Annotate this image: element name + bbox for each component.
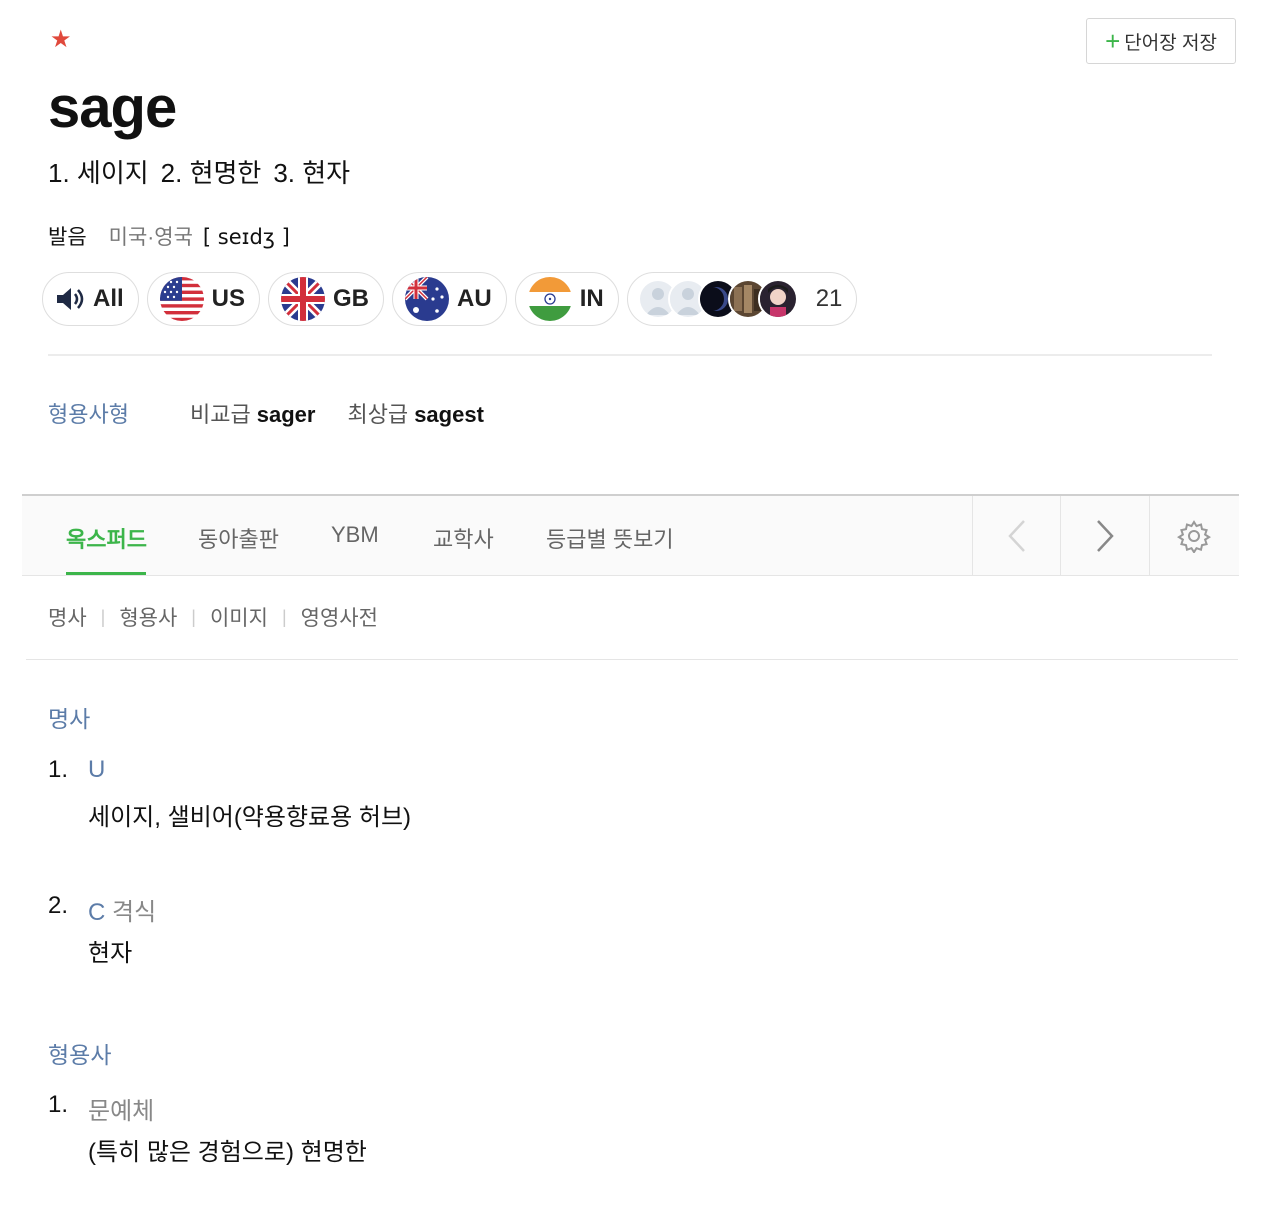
speaker-icon	[57, 288, 84, 310]
divider	[48, 354, 1212, 356]
pronunciation-ipa: [ seɪdʒ ]	[202, 225, 290, 249]
chevron-right-icon	[1097, 520, 1114, 552]
tab-donga[interactable]: 동아출판	[198, 522, 279, 554]
grammar-code: C	[88, 899, 106, 926]
subnav-adjective[interactable]: 형용사	[119, 602, 177, 632]
user-avatars	[637, 279, 798, 319]
play-us-label: US	[211, 285, 246, 312]
headword: sage	[48, 75, 177, 140]
active-tab-indicator	[66, 572, 146, 575]
meaning-summary: 1. 세이지 2. 현명한 3. 현자	[48, 156, 350, 190]
play-all-button[interactable]: All	[42, 272, 139, 326]
play-gb-label: GB	[333, 285, 370, 312]
gb-flag-icon	[281, 277, 326, 321]
us-flag-icon	[159, 277, 204, 321]
register-label: 문예체	[88, 1098, 155, 1125]
recordings-count: 21	[815, 285, 843, 312]
in-flag-icon	[527, 277, 572, 321]
sense-grammar: U	[88, 756, 105, 784]
subnav-images[interactable]: 이미지	[210, 602, 268, 632]
sense-meaning: 세이지, 샐비어(약용향료용 허브)	[88, 804, 412, 831]
play-au-label: AU	[457, 285, 492, 312]
gear-icon	[1177, 520, 1211, 553]
subnav-noun[interactable]: 명사	[48, 602, 87, 632]
sense-meaning: (특히 많은 경험으로) 현명한	[88, 1139, 367, 1166]
sense-number: 1.	[48, 1091, 69, 1118]
sense-grammar: 문예체	[88, 1091, 154, 1126]
forms-label: 형용사형	[48, 402, 129, 427]
divider	[26, 659, 1238, 660]
superlative-label: 최상급	[347, 402, 409, 427]
summary-item: 1. 세이지	[48, 158, 149, 188]
sense-grammar: C 격식	[88, 892, 156, 927]
grammar-code: U	[88, 756, 106, 783]
sense-meaning: 현자	[88, 940, 133, 967]
register-label: 격식	[112, 899, 157, 926]
adjective-forms: 형용사형 비교급 sager 최상급 sagest	[48, 400, 516, 430]
play-in-button[interactable]: IN	[514, 272, 619, 326]
subnav-english-dictionary[interactable]: 영영사전	[301, 602, 378, 632]
au-flag-icon	[405, 277, 450, 321]
star-icon[interactable]: ★	[50, 28, 72, 52]
audio-buttons: All US GB AU IN 21	[42, 272, 858, 326]
separator: |	[100, 606, 106, 627]
tab-oxford[interactable]: 옥스퍼드	[66, 522, 147, 554]
user-avatar	[757, 279, 798, 319]
save-to-wordbook-button[interactable]: + 단어장 저장	[1086, 18, 1236, 64]
play-au-button[interactable]: AU	[392, 272, 507, 326]
play-in-label: IN	[579, 285, 604, 312]
user-recordings-button[interactable]: 21	[626, 272, 858, 326]
prev-tab-button[interactable]	[972, 496, 1061, 576]
tab-ybm[interactable]: YBM	[331, 522, 379, 548]
play-gb-button[interactable]: GB	[268, 272, 385, 326]
comparative-link[interactable]: sager	[257, 400, 316, 430]
comparative-label: 비교급	[190, 402, 251, 427]
section-subnav: 명사 | 형용사 | 이미지 | 영영사전	[48, 602, 378, 632]
play-all-label: All	[93, 285, 124, 312]
pos-heading-adjective: 형용사	[48, 1042, 112, 1068]
summary-item: 3. 현자	[273, 158, 351, 188]
tab-level-meaning[interactable]: 등급별 뜻보기	[546, 522, 674, 554]
settings-button[interactable]	[1149, 496, 1238, 576]
chevron-left-icon	[1008, 520, 1025, 552]
pronunciation-region: 미국·영국	[108, 226, 193, 249]
tab-kyohaksa[interactable]: 교학사	[433, 522, 494, 554]
pronunciation-label: 발음	[48, 226, 87, 249]
superlative-link[interactable]: sagest	[414, 400, 484, 430]
dictionary-tabbar: 옥스퍼드 동아출판 YBM 교학사 등급별 뜻보기	[22, 494, 1239, 576]
pronunciation-row: 발음 미국·영국 [ seɪdʒ ]	[48, 222, 290, 253]
next-tab-button[interactable]	[1060, 496, 1149, 576]
separator: |	[281, 606, 287, 627]
plus-icon: +	[1105, 26, 1121, 56]
play-us-button[interactable]: US	[146, 272, 261, 326]
summary-item: 2. 현명한	[160, 158, 262, 188]
sense-number: 1.	[48, 756, 69, 783]
save-button-label: 단어장 저장	[1124, 32, 1217, 54]
pos-heading-noun: 명사	[48, 706, 91, 732]
sense-number: 2.	[48, 892, 69, 919]
separator: |	[191, 606, 196, 627]
